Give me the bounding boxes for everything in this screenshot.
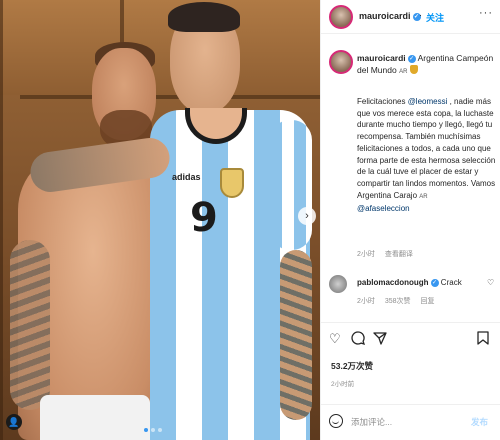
commenter-avatar[interactable]: [329, 275, 347, 293]
mention-link-afaseleccion[interactable]: @afaseleccion: [357, 204, 410, 213]
carousel-indicator: [144, 428, 162, 432]
locker-edge: [0, 0, 3, 440]
caption-headline: mauroicardi ✓ Argentina Campeón del Mundo…: [357, 52, 497, 78]
author-avatar[interactable]: [329, 5, 353, 29]
commenter-username[interactable]: pablomacdonough: [357, 278, 429, 287]
post-likes-count[interactable]: 53.2万次赞: [331, 360, 373, 372]
locker-shelf: [20, 95, 320, 99]
caption-meta: 2小时 查看翻译: [357, 249, 421, 259]
comment-text: Crack: [440, 278, 462, 287]
next-photo-button[interactable]: ›: [298, 207, 316, 225]
author-username[interactable]: mauroicardi ✓: [359, 11, 421, 21]
comment-reply-button[interactable]: 回复: [421, 298, 435, 305]
right-person-tattoo-arm: [280, 250, 312, 420]
comment-heart-icon[interactable]: ♡: [487, 278, 494, 287]
carousel-dot: [144, 428, 148, 432]
post-header: mauroicardi ✓ · 关注 ···: [321, 0, 500, 34]
header-separator: ·: [419, 10, 422, 20]
jersey-brand-text: adidas: [172, 172, 201, 182]
caption-author-avatar[interactable]: [329, 50, 353, 74]
jersey-sleeve: [270, 120, 312, 250]
verified-icon: ✓: [430, 278, 439, 287]
post-actions-bar: ♡: [321, 322, 500, 356]
tagged-user-icon[interactable]: 👤: [6, 414, 22, 430]
carousel-dot: [151, 428, 155, 432]
post-photo[interactable]: adidas 9 › 👤: [0, 0, 320, 440]
comment-input[interactable]: [351, 415, 461, 429]
send-icon[interactable]: [373, 331, 387, 348]
left-person-shorts: [40, 395, 150, 440]
argentina-flag-icon: AR: [419, 193, 428, 200]
emoji-icon[interactable]: [329, 414, 343, 428]
comment-meta: 2小时 358次赞 回复: [357, 296, 443, 306]
trophy-icon: [409, 65, 418, 74]
verified-icon: ✓: [407, 54, 416, 63]
comment-icon[interactable]: [351, 331, 366, 348]
heart-icon[interactable]: ♡: [329, 331, 341, 347]
post-time: 2小时前: [331, 381, 355, 388]
see-translation-link[interactable]: 查看翻译: [385, 251, 413, 258]
left-person-tattoo-arm: [10, 240, 50, 410]
post-side-panel: mauroicardi ✓ · 关注 ··· mauroicardi ✓ Argen…: [320, 0, 500, 440]
comment-time: 2小时: [357, 298, 375, 305]
caption-text-part-2: , nadie más que vos merece esta copa, la…: [357, 97, 496, 200]
right-person-hair: [168, 2, 240, 32]
follow-button[interactable]: 关注: [426, 11, 444, 24]
comment-likes[interactable]: 358次赞: [385, 298, 411, 305]
jersey-number: 9: [190, 195, 218, 241]
more-options-icon[interactable]: ···: [479, 7, 493, 19]
add-comment-bar: 发布: [321, 404, 500, 440]
bookmark-icon[interactable]: [477, 331, 489, 348]
locker-background: [0, 0, 320, 95]
caption-time: 2小时: [357, 251, 375, 258]
mention-link-leomessi[interactable]: @leomessi: [408, 97, 448, 106]
carousel-dot: [158, 428, 162, 432]
afa-crest-icon: [220, 168, 244, 198]
post-comment-button[interactable]: 发布: [471, 416, 488, 428]
comment-row: pablomacdonough ✓ Crack: [357, 278, 462, 287]
caption-text-part-1: Felicitaciones: [357, 97, 408, 106]
caption-body: Felicitaciones @leomessi , nadie más que…: [357, 96, 497, 215]
argentina-flag-icon: AR: [399, 69, 408, 75]
author-username-text[interactable]: mauroicardi: [359, 11, 411, 21]
caption-username[interactable]: mauroicardi: [357, 53, 406, 63]
